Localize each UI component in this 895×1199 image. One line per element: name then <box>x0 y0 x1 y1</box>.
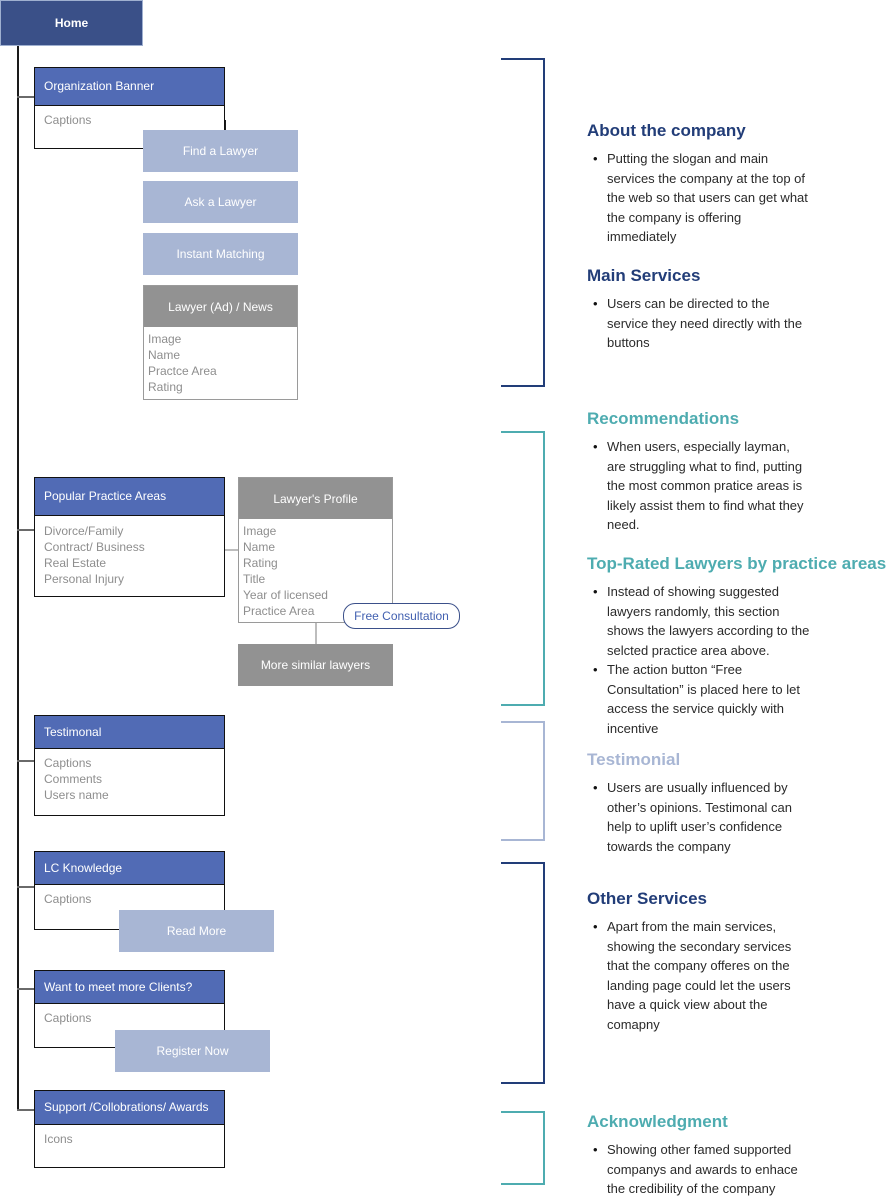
section-item: Captions <box>44 892 92 906</box>
bracket-other-services <box>501 862 545 1084</box>
practice-area-item[interactable]: Real Estate <box>44 555 215 571</box>
practice-area-item[interactable]: Divorce/Family <box>44 523 215 539</box>
section-support-collaborations-awards[interactable]: Support /Collobrations/ Awards Icons <box>34 1090 225 1168</box>
annotation-bullet: Users can be directed to the service the… <box>593 294 812 353</box>
annotation-acknowledgment: Acknowledgment Showing other famed suppo… <box>587 1112 895 1199</box>
connector-practice-profile <box>225 549 238 551</box>
read-more-button[interactable]: Read More <box>119 910 274 952</box>
bracket-testimonial <box>501 721 545 841</box>
annotation-bullet: Users are usually influenced by other’s … <box>593 778 812 856</box>
section-title: LC Knowledge <box>35 852 224 885</box>
section-title: Want to meet more Clients? <box>35 971 224 1004</box>
register-now-button[interactable]: Register Now <box>115 1030 270 1072</box>
annotation-title: Recommendations <box>587 409 740 428</box>
lawyer-ad-item: Name <box>148 348 181 362</box>
lawyer-profile-item: Rating <box>243 556 278 570</box>
home-label: Home <box>54 16 89 30</box>
lawyer-profile-item: Image <box>243 524 277 538</box>
tree-trunk-line <box>17 46 19 1110</box>
instant-matching-button[interactable]: Instant Matching <box>143 233 298 275</box>
connector-clients <box>17 988 35 990</box>
lawyer-ad-title: Lawyer (Ad) / News <box>144 286 297 327</box>
section-title: Testimonal <box>35 716 224 749</box>
section-popular-practice-areas[interactable]: Popular Practice Areas Divorce/Family Co… <box>34 477 225 597</box>
annotation-bullet: Apart from the main services, showing th… <box>593 917 812 1034</box>
section-item: Captions <box>44 1011 92 1025</box>
annotation-title: Acknowledgment <box>587 1112 728 1131</box>
section-item: Captions <box>44 756 92 770</box>
connector-org-banner <box>17 96 35 98</box>
annotation-title: Other Services <box>587 889 708 908</box>
annotation-bullet: When users, especially layman, are strug… <box>593 437 812 535</box>
connector-profile-more <box>315 622 317 644</box>
connector-support <box>17 1109 35 1111</box>
lawyer-ad-item: Rating <box>148 380 183 394</box>
section-item: Comments <box>44 772 103 786</box>
annotation-title: Main Services <box>587 266 701 285</box>
section-title: Support /Collobrations/ Awards <box>35 1091 224 1125</box>
annotation-main-services: Main Services Users can be directed to t… <box>587 266 895 353</box>
annotation-recommendations: Recommendations When users, especially l… <box>587 409 895 535</box>
lawyer-profile-item: Name <box>243 540 276 554</box>
lawyer-profile-item: Title <box>243 572 266 586</box>
bracket-about-main-services <box>501 58 545 387</box>
annotation-bullet: The action button “Free Consultation” is… <box>593 660 812 738</box>
lawyer-ad-item: Practce Area <box>148 364 217 378</box>
annotation-testimonial: Testimonial Users are usually influenced… <box>587 750 895 856</box>
annotation-bullet: Showing other famed supported companys a… <box>593 1140 812 1199</box>
connector-testimonal <box>17 760 35 762</box>
annotation-title: About the company <box>587 121 746 140</box>
lawyer-profile-card[interactable]: Lawyer's Profile Image Name Rating Title… <box>238 477 393 623</box>
section-item: Users name <box>44 788 109 802</box>
connector-lc-knowledge <box>17 886 35 888</box>
lawyer-profile-item: Year of licensed <box>243 588 328 602</box>
practice-area-item[interactable]: Personal Injury <box>44 571 215 587</box>
annotation-bullet: Putting the slogan and main services the… <box>593 149 812 247</box>
section-testimonal[interactable]: Testimonal Captions Comments Users name <box>34 715 225 816</box>
section-item: Captions <box>44 113 92 127</box>
bracket-acknowledgment <box>501 1111 545 1185</box>
find-a-lawyer-button[interactable]: Find a Lawyer <box>143 130 298 172</box>
annotation-title: Testimonial <box>587 750 681 769</box>
free-consultation-button[interactable]: Free Consultation <box>343 603 460 629</box>
annotation-other-services: Other Services Apart from the main servi… <box>587 889 895 1034</box>
more-similar-lawyers-button[interactable]: More similar lawyers <box>238 644 393 686</box>
annotation-bullet: Instead of showing suggested lawyers ran… <box>593 582 812 660</box>
lawyer-ad-item: Image <box>148 332 182 346</box>
annotation-top-rated-lawyers: Top-Rated Lawyers by practice areas Inst… <box>587 554 895 738</box>
section-title: Popular Practice Areas <box>35 478 224 516</box>
annotation-title: Top-Rated Lawyers by practice areas <box>587 554 887 573</box>
lawyer-profile-title: Lawyer's Profile <box>239 478 392 519</box>
practice-area-item[interactable]: Contract/ Business <box>44 539 215 555</box>
home-node[interactable]: Home <box>0 0 143 46</box>
bracket-recommendations <box>501 431 545 706</box>
annotation-about-company: About the company Putting the slogan and… <box>587 121 895 247</box>
connector-practice-areas <box>17 529 35 531</box>
lawyer-ad-news-card[interactable]: Lawyer (Ad) / News Image Name Practce Ar… <box>143 285 298 400</box>
section-item: Icons <box>44 1132 73 1146</box>
ask-a-lawyer-button[interactable]: Ask a Lawyer <box>143 181 298 223</box>
section-title: Organization Banner <box>35 68 224 106</box>
